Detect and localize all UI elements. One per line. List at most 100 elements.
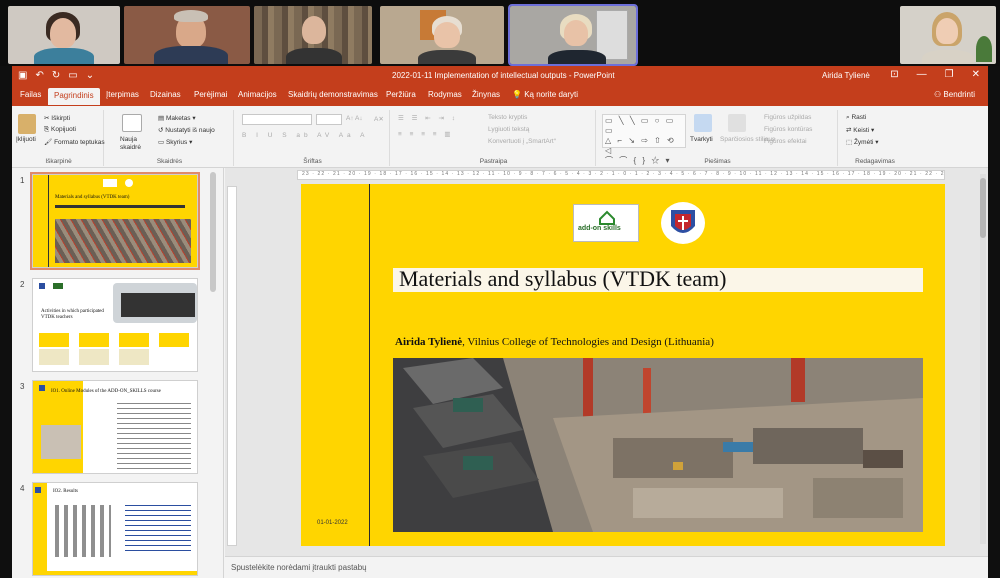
editing-group-label: Redagavimas xyxy=(855,158,895,165)
tab-slideshow[interactable]: Skaidrių demonstravimas xyxy=(288,90,378,99)
format-painter-button[interactable]: 🖌 Formato teptukas xyxy=(44,138,105,146)
ribbon-display-options-icon[interactable]: ⊡ xyxy=(890,69,898,80)
participant-video-4[interactable] xyxy=(380,6,504,64)
slide-author[interactable]: Airida Tylienė, Vilnius College of Techn… xyxy=(395,336,714,348)
participant-video-5-active[interactable] xyxy=(508,4,638,66)
current-slide[interactable]: add-on skills Materials and syllabus (VT… xyxy=(301,184,945,546)
tell-me-search[interactable]: 💡 Ką norite daryti xyxy=(512,90,578,99)
close-button[interactable]: ✕ xyxy=(972,69,980,80)
tab-design[interactable]: Dizainas xyxy=(150,90,181,99)
thumb-number-1: 1 xyxy=(20,176,25,185)
shape-effects-button[interactable]: Figūros efektai xyxy=(764,138,807,145)
align-text-button[interactable]: Lygiuoti tekstą xyxy=(488,126,529,133)
lightbulb-icon: 💡 xyxy=(512,90,522,99)
crest-icon xyxy=(671,210,695,233)
construction-site-photo[interactable] xyxy=(393,358,923,532)
replace-button[interactable]: ⇄ Keisti ▾ xyxy=(846,126,874,134)
undo-icon[interactable]: ↶ xyxy=(35,70,43,81)
shape-outline-button[interactable]: Figūros kontūras xyxy=(764,126,812,133)
tab-help[interactable]: Žinynas xyxy=(472,90,500,99)
new-slide-icon[interactable] xyxy=(122,114,142,132)
font-grow-icon[interactable]: A↑ A↓ xyxy=(346,115,363,122)
font-size-field[interactable] xyxy=(316,114,342,125)
slide-thumbnail-2[interactable]: Activities in which participated VTDK te… xyxy=(32,278,198,372)
restore-button[interactable]: ❐ xyxy=(945,69,954,80)
ribbon-tabs: Failas Pagrindinis Įterpimas Dizainas Pe… xyxy=(12,86,988,106)
arrange-button[interactable]: Tvarkyti xyxy=(690,136,713,143)
quick-styles-icon[interactable] xyxy=(728,114,746,132)
thumb-4-title: IO2. Results xyxy=(53,489,78,494)
paste-button[interactable]: Įklijuoti xyxy=(16,136,36,143)
participant-video-6[interactable] xyxy=(900,6,996,64)
list-buttons[interactable]: ☰ ☰ ⇤ ⇥ ↕ xyxy=(398,114,458,122)
shapes-gallery[interactable]: ▭ ╲ ╲ ▭ ○ ▭ ▭ △ ⌐ ↘ ⇨ ⇧ ⟲ ◁ ⌒ ⌒ { } ☆ ▾ xyxy=(602,114,686,165)
thumb-1-title: Materials and syllabus (VTDK team) xyxy=(55,195,130,200)
drawing-group: ▭ ╲ ╲ ▭ ○ ▭ ▭ △ ⌐ ↘ ⇨ ⇧ ⟲ ◁ ⌒ ⌒ { } ☆ ▾ Tv… xyxy=(598,110,838,166)
font-name-field[interactable] xyxy=(242,114,312,125)
horizontal-ruler: 23 · 22 · 21 · 20 · 19 · 18 · 17 · 16 · … xyxy=(297,170,945,180)
minimize-button[interactable]: — xyxy=(917,69,927,80)
font-style-buttons[interactable]: B I U S ab AV Aa A xyxy=(242,132,368,139)
save-icon[interactable]: ▣ xyxy=(18,70,27,81)
start-slideshow-icon[interactable]: ▭ xyxy=(68,70,77,81)
logo-text: add-on skills xyxy=(578,225,621,232)
signed-in-user[interactable]: Airida Tylienė xyxy=(822,71,870,80)
vertical-ruler xyxy=(227,186,237,546)
convert-smartart-button[interactable]: Konvertuoti į „SmartArt“ xyxy=(488,138,556,145)
share-label: Bendrinti xyxy=(943,90,975,99)
title-bar: ▣ ↶ ↻ ▭ ⌄ 2022-01-11 Implementation of i… xyxy=(12,66,988,86)
tab-review[interactable]: Peržiūra xyxy=(386,90,416,99)
scrollbar-thumb[interactable] xyxy=(980,178,986,238)
thumb-2-title: Activities in which participated VTDK te… xyxy=(41,309,104,320)
cut-button[interactable]: ✂ Iškirpti xyxy=(44,114,70,122)
paste-icon[interactable] xyxy=(18,114,36,134)
participant-video-3[interactable] xyxy=(254,6,372,64)
participant-video-1[interactable] xyxy=(8,6,120,64)
layout-button[interactable]: ▤ Maketas ▾ xyxy=(158,114,196,122)
notes-pane[interactable]: Spustelėkite norėdami įtraukti pastabų xyxy=(225,556,988,578)
thumb-number-3: 3 xyxy=(20,382,25,391)
tab-animations[interactable]: Animacijos xyxy=(238,90,277,99)
tell-me-label: Ką norite daryti xyxy=(524,90,579,99)
quick-access-toolbar: ▣ ↶ ↻ ▭ ⌄ xyxy=(18,70,94,81)
tab-view[interactable]: Rodymas xyxy=(428,90,462,99)
text-direction-button[interactable]: Teksto kryptis xyxy=(488,114,527,121)
redo-icon[interactable]: ↻ xyxy=(52,70,60,81)
tab-home[interactable]: Pagrindinis xyxy=(48,88,100,105)
participant-video-2[interactable] xyxy=(124,6,250,64)
arrange-icon[interactable] xyxy=(694,114,712,132)
slide-thumbnail-1[interactable]: Materials and syllabus (VTDK team) xyxy=(30,172,200,270)
slide-editor: 23 · 22 · 21 · 20 · 19 · 18 · 17 · 16 · … xyxy=(225,168,988,556)
share-button[interactable]: ⚇ Bendrinti xyxy=(934,90,975,99)
construction-photo-art xyxy=(393,358,923,532)
reset-button[interactable]: ↺ Nustatyti iš naujo xyxy=(158,126,215,134)
copy-button[interactable]: ⎘ Kopijuoti xyxy=(44,126,76,134)
ribbon: Įklijuoti ✂ Iškirpti ⎘ Kopijuoti 🖌 Forma… xyxy=(12,106,988,168)
align-buttons[interactable]: ≡ ≡ ≡ ≡ ▥ xyxy=(398,130,454,138)
paragraph-group: ☰ ☰ ⇤ ⇥ ↕ ≡ ≡ ≡ ≡ ▥ Teksto kryptis Lygiu… xyxy=(392,110,596,166)
add-on-skills-logo: add-on skills xyxy=(573,204,639,242)
paragraph-group-label: Pastraipa xyxy=(479,158,508,165)
slide-thumbnails-pane: 1 Materials and syllabus (VTDK team) 2 A… xyxy=(12,168,224,578)
section-button[interactable]: ▭ Skyrius ▾ xyxy=(158,138,192,146)
college-crest-logo xyxy=(661,202,705,244)
new-slide-button[interactable]: Nauja skaidrė xyxy=(120,136,148,152)
tab-file[interactable]: Failas xyxy=(20,90,41,99)
slide-thumbnail-4[interactable]: IO2. Results xyxy=(32,482,198,576)
editor-scrollbar[interactable] xyxy=(980,174,986,544)
slide-title[interactable]: Materials and syllabus (VTDK team) xyxy=(399,266,726,292)
clear-formatting-icon[interactable]: A✕ xyxy=(374,115,384,123)
shape-fill-button[interactable]: Figūros užpildas xyxy=(764,114,811,121)
find-button[interactable]: ⌕ Rasti xyxy=(846,114,866,122)
customize-toolbar-icon[interactable]: ⌄ xyxy=(86,70,94,81)
powerpoint-window: ▣ ↶ ↻ ▭ ⌄ 2022-01-11 Implementation of i… xyxy=(12,66,988,578)
slide-date: 01-01-2022 xyxy=(317,520,348,526)
tab-insert[interactable]: Įterpimas xyxy=(106,90,139,99)
slide-thumbnail-3[interactable]: IO1. Online Modules of the ADD-ON_SKILLS… xyxy=(32,380,198,474)
thumb-number-2: 2 xyxy=(20,280,25,289)
select-button[interactable]: ⬚ Žymėti ▾ xyxy=(846,138,879,146)
window-controls: ⊡ — ❐ ✕ xyxy=(890,69,980,80)
drawing-group-label: Piešimas xyxy=(704,158,731,165)
thumbnails-scrollbar[interactable] xyxy=(210,172,216,292)
tab-transitions[interactable]: Perėjimai xyxy=(194,90,227,99)
